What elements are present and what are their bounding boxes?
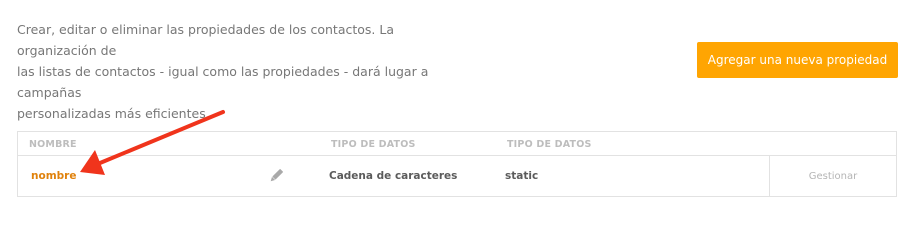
manage-button[interactable]: Gestionar (769, 156, 896, 197)
table-header: NOMBRE TIPO DE DATOS TIPO DE DATOS (18, 132, 896, 156)
add-property-button[interactable]: Agregar una nueva propiedad (697, 42, 898, 78)
header-name: NOMBRE (29, 139, 77, 150)
properties-table: NOMBRE TIPO DE DATOS TIPO DE DATOS nombr… (17, 131, 897, 197)
page-description: Crear, editar o eliminar las propiedades… (17, 19, 457, 124)
property-kind: static (505, 170, 539, 182)
description-line-3: personalizadas más eficientes. (17, 106, 210, 121)
manage-label: Gestionar (808, 171, 858, 182)
header-data-type: TIPO DE DATOS (331, 139, 416, 150)
pencil-icon[interactable] (267, 167, 285, 185)
property-data-type: Cadena de caracteres (329, 170, 458, 182)
table-row: nombre Cadena de caracteres static Gesti… (18, 156, 896, 197)
property-name-link[interactable]: nombre (31, 170, 76, 182)
description-line-1: Crear, editar o eliminar las propiedades… (17, 22, 394, 58)
header-data-type-2: TIPO DE DATOS (507, 139, 592, 150)
description-line-2: las listas de contactos - igual como las… (17, 64, 429, 100)
